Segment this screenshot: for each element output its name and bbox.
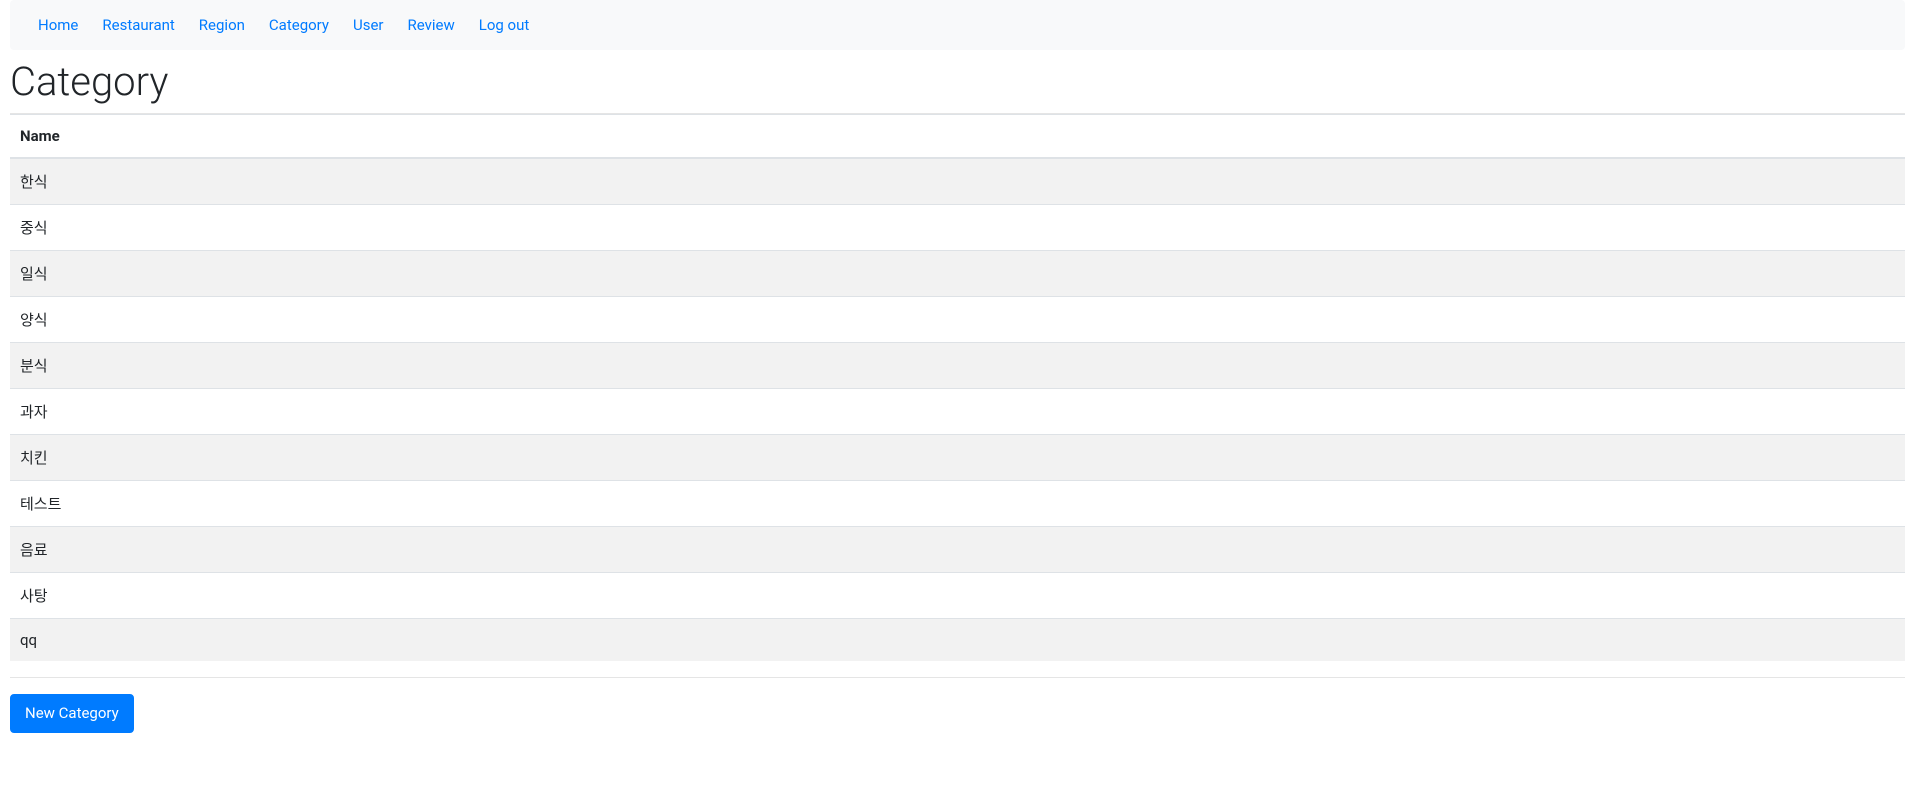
table-row: 양식 [10,297,1905,343]
new-category-button[interactable]: New Category [10,694,134,733]
table-cell-name: 양식 [10,297,1905,343]
nav-link-logout[interactable]: Log out [467,8,542,42]
table-header-name: Name [10,115,1905,159]
table-row: qq [10,619,1905,662]
table-row: 사탕 [10,573,1905,619]
table-cell-name: 일식 [10,251,1905,297]
divider-bottom [10,677,1905,678]
nav-link-category[interactable]: Category [257,8,341,42]
navbar: Home Restaurant Region Category User Rev… [10,0,1905,50]
table-cell-name: 치킨 [10,435,1905,481]
nav-list: Home Restaurant Region Category User Rev… [26,8,1889,42]
table-row: 한식 [10,158,1905,205]
category-table: Name 한식 중식 일식 양식 분식 과자 치킨 테스트 음료 사탕 qq [10,114,1905,661]
table-cell-name: 음료 [10,527,1905,573]
table-row: 일식 [10,251,1905,297]
nav-link-region[interactable]: Region [187,8,257,42]
table-row: 중식 [10,205,1905,251]
table-row: 분식 [10,343,1905,389]
table-cell-name: 사탕 [10,573,1905,619]
table-row: 과자 [10,389,1905,435]
nav-link-restaurant[interactable]: Restaurant [90,8,186,42]
nav-link-review[interactable]: Review [396,8,467,42]
table-cell-name: 테스트 [10,481,1905,527]
page-title: Category [10,58,1905,105]
nav-link-user[interactable]: User [341,8,396,42]
nav-link-home[interactable]: Home [26,8,90,42]
table-row: 치킨 [10,435,1905,481]
table-cell-name: 한식 [10,158,1905,205]
table-cell-name: 과자 [10,389,1905,435]
table-cell-name: qq [10,619,1905,662]
table-row: 테스트 [10,481,1905,527]
table-cell-name: 중식 [10,205,1905,251]
table-row: 음료 [10,527,1905,573]
table-cell-name: 분식 [10,343,1905,389]
